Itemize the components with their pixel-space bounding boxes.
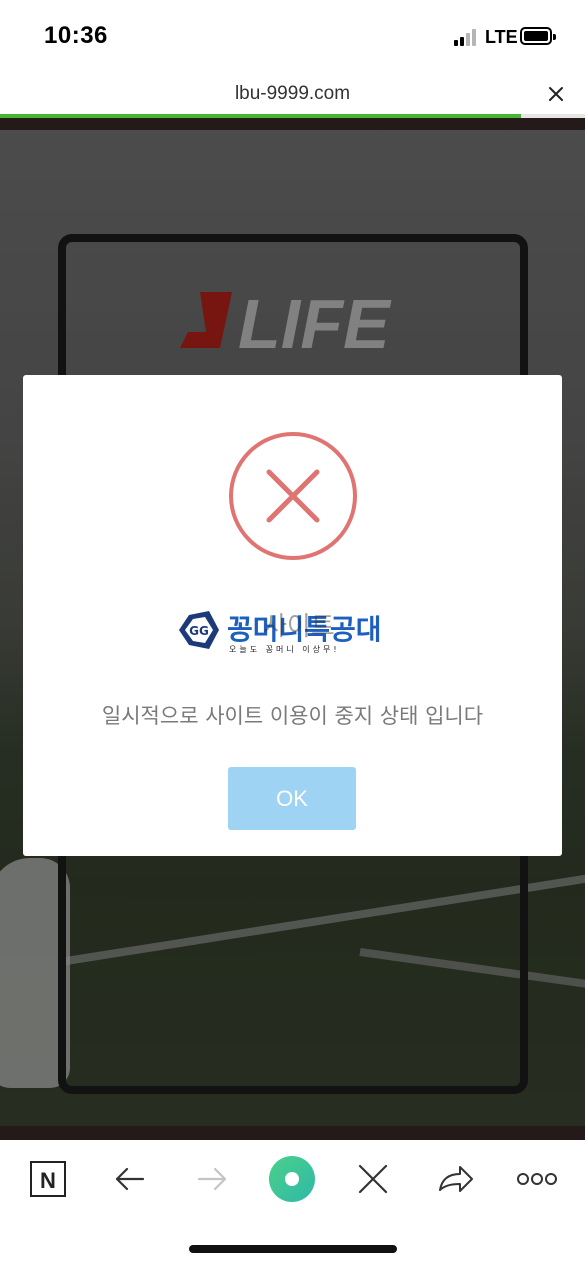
more-icon[interactable] [512,1154,562,1204]
home-circle-icon[interactable] [267,1154,317,1204]
forward-arrow-icon[interactable] [187,1154,237,1204]
browser-screen: 10:36 LTE lbu-9999.com LIFE GG 꽁머니특공대 사이… [0,0,585,1266]
battery-icon [520,27,556,45]
brand-logo-overlap-text: 사이트 [263,612,335,642]
url-bar[interactable]: lbu-9999.com [0,70,585,116]
signal-strength-icon [454,28,480,46]
share-icon[interactable] [430,1154,480,1204]
alert-dialog: GG 꽁머니특공대 사이트 오늘도 꽁머니 이상무! 일시적으로 사이트 이용이… [23,375,562,856]
brand-logo: GG 꽁머니특공대 사이트 오늘도 꽁머니 이상무! [179,611,382,654]
error-x-circle-icon [229,432,357,560]
ok-button[interactable]: OK [228,767,356,830]
naver-n-icon[interactable]: N [23,1154,73,1204]
status-bar: 10:36 LTE [0,0,585,70]
back-arrow-icon[interactable] [105,1154,155,1204]
brand-logo-tagline: 오늘도 꽁머니 이상무! [229,644,340,654]
naver-n-label: N [40,1168,56,1193]
network-type: LTE [485,27,518,47]
alert-message: 일시적으로 사이트 이용이 중지 상태 입니다 [101,704,484,728]
home-indicator[interactable] [189,1245,397,1253]
svg-text:GG: GG [189,624,209,638]
browser-toolbar: N [0,1140,585,1220]
close-icon[interactable] [546,84,566,104]
status-time: 10:36 [44,22,108,49]
url-text[interactable]: lbu-9999.com [0,83,585,105]
close-icon[interactable] [348,1154,398,1204]
